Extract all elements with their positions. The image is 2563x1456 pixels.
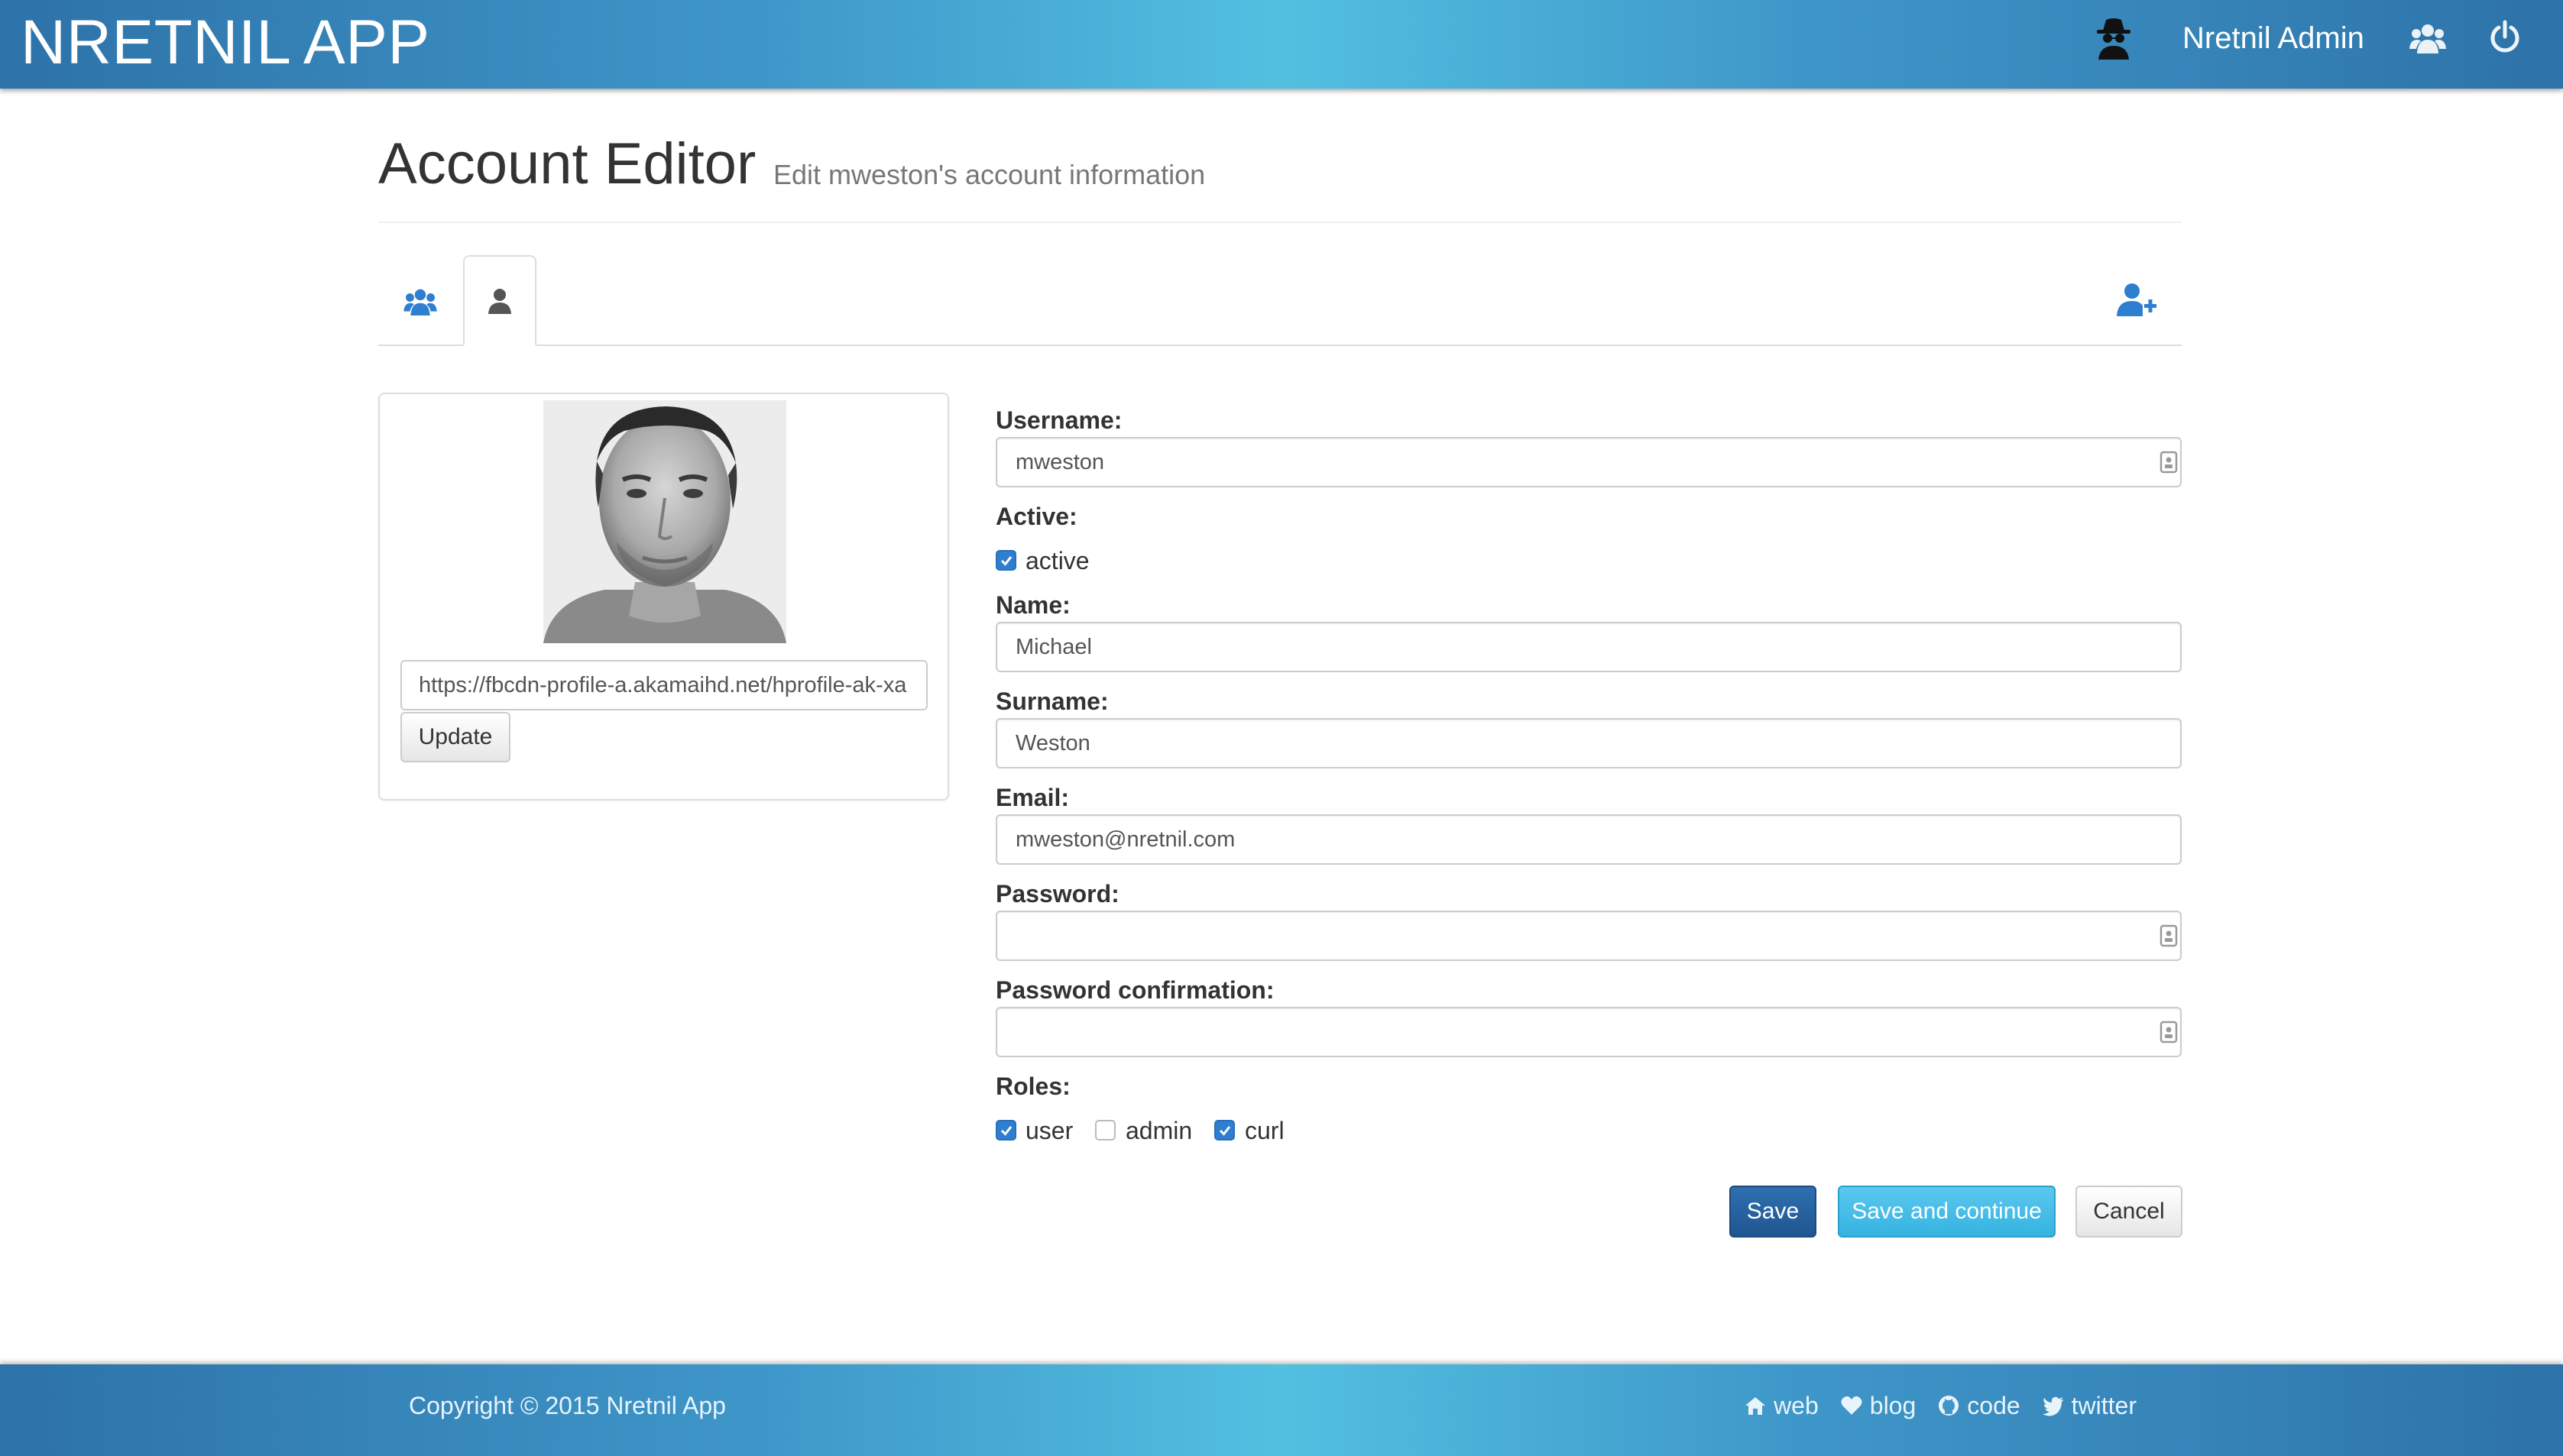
- footer-link-label: blog: [1869, 1392, 1917, 1419]
- password-manager-icon[interactable]: [2160, 451, 2178, 474]
- password-manager-icon[interactable]: [2160, 1021, 2178, 1043]
- page-subtitle: Edit mweston's account information: [773, 159, 1206, 190]
- twitter-icon: [2042, 1396, 2063, 1416]
- users-icon: [403, 289, 437, 315]
- active-option-label[interactable]: active: [1026, 545, 1090, 576]
- role-checkbox-admin[interactable]: [1095, 1120, 1116, 1141]
- checkmark-icon: [1000, 555, 1012, 566]
- password-confirmation-input[interactable]: [996, 1007, 2182, 1057]
- checkmark-icon: [1000, 1125, 1012, 1136]
- tabs-divider: [378, 345, 2182, 346]
- name-input[interactable]: [996, 622, 2182, 672]
- active-checkbox[interactable]: [996, 550, 1016, 571]
- footer-link-web[interactable]: web: [1744, 1390, 1819, 1421]
- role-checkbox-curl[interactable]: [1214, 1120, 1235, 1141]
- footer-link-twitter[interactable]: twitter: [2042, 1390, 2137, 1421]
- checkmark-icon: [1219, 1125, 1230, 1136]
- footer-link-code[interactable]: code: [1937, 1390, 2020, 1421]
- power-logout-icon[interactable]: [2490, 20, 2520, 53]
- save-button[interactable]: Save: [1729, 1186, 1816, 1238]
- password-confirmation-label: Password confirmation:: [996, 976, 1275, 1004]
- active-label: Active:: [996, 503, 1077, 530]
- profile-photo: [543, 400, 786, 643]
- username-label: Username:: [996, 406, 1123, 434]
- surname-label: Surname:: [996, 688, 1109, 715]
- admin-user-name[interactable]: Nretnil Admin: [2182, 20, 2364, 57]
- update-avatar-button[interactable]: Update: [400, 712, 510, 762]
- footer-link-label: web: [1774, 1392, 1819, 1419]
- footer-link-label: code: [1967, 1392, 2020, 1419]
- password-input[interactable]: [996, 911, 2182, 961]
- email-label: Email:: [996, 784, 1070, 811]
- footer-links: web blog code twitter: [1744, 1390, 2137, 1421]
- password-manager-icon[interactable]: [2160, 924, 2178, 947]
- incognito-user-icon[interactable]: [2094, 17, 2134, 60]
- tab-accounts-list[interactable]: [378, 255, 462, 346]
- save-and-continue-button[interactable]: Save and continue: [1838, 1186, 2056, 1238]
- top-navbar: NRETNIL APP Nretnil Admin: [0, 0, 2563, 89]
- avatar-url-input[interactable]: [400, 660, 928, 710]
- footer-link-blog[interactable]: blog: [1840, 1390, 1917, 1421]
- users-icon[interactable]: [2409, 21, 2446, 53]
- page-title: Account Editor: [378, 131, 757, 196]
- role-label-user[interactable]: user: [1026, 1115, 1073, 1146]
- heart-icon: [1841, 1396, 1862, 1415]
- avatar-panel: Update: [378, 393, 949, 801]
- email-input[interactable]: [996, 814, 2182, 865]
- role-label-admin[interactable]: admin: [1126, 1115, 1192, 1146]
- copyright-text: Copyright © 2015 Nretnil App: [409, 1392, 726, 1419]
- footer: Copyright © 2015 Nretnil App web blog co…: [0, 1364, 2563, 1456]
- footer-link-label: twitter: [2071, 1392, 2137, 1419]
- role-checkbox-user[interactable]: [996, 1120, 1016, 1141]
- username-input[interactable]: [996, 437, 2182, 487]
- name-label: Name:: [996, 591, 1071, 619]
- roles-label: Roles:: [996, 1073, 1071, 1100]
- surname-input[interactable]: [996, 718, 2182, 768]
- header-divider: [378, 222, 2182, 223]
- tab-account-editor[interactable]: [463, 255, 536, 346]
- app-brand[interactable]: NRETNIL APP: [21, 6, 430, 79]
- add-user-icon[interactable]: [2117, 283, 2158, 318]
- cancel-button[interactable]: Cancel: [2075, 1186, 2182, 1238]
- password-label: Password:: [996, 880, 1119, 908]
- github-icon: [1939, 1396, 1959, 1416]
- home-icon: [1745, 1397, 1766, 1415]
- user-icon: [488, 288, 511, 314]
- role-label-curl[interactable]: curl: [1245, 1115, 1285, 1146]
